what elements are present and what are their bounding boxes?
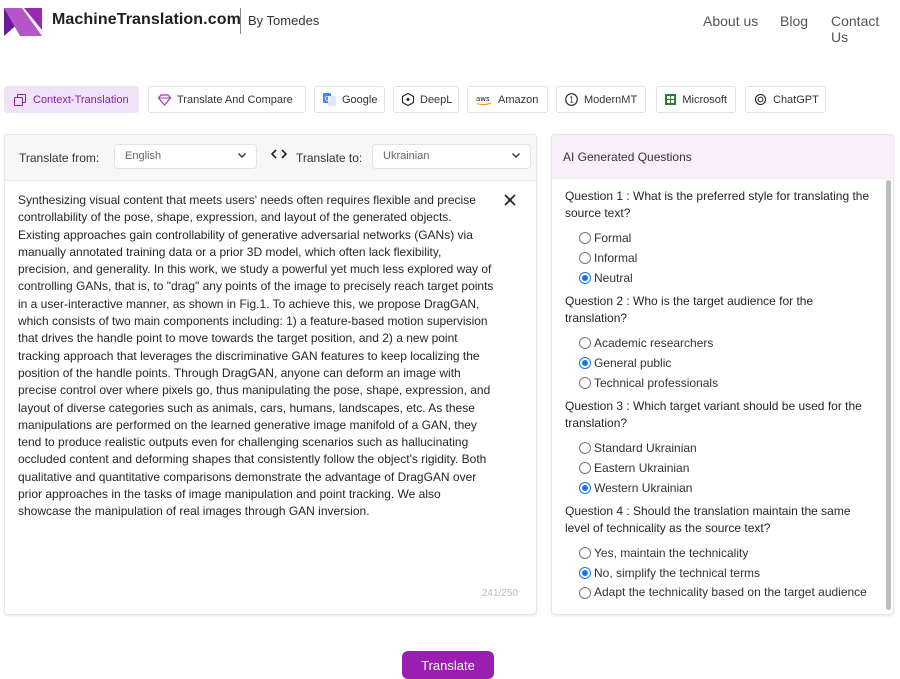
radio-button-selected[interactable] (579, 482, 591, 494)
radio-button[interactable] (579, 377, 591, 389)
option-label: Standard Ukrainian (594, 441, 697, 455)
character-counter: 241/250 (481, 588, 518, 599)
answer-option[interactable]: Eastern Ukrainian (565, 458, 875, 478)
answer-option[interactable]: Standard Ukrainian (565, 438, 875, 458)
option-label: No, simplify the technical terms (594, 566, 761, 580)
question-block: Question 4 : Should the translation main… (565, 503, 875, 614)
language-bar: Translate from: English Translate to: Uk… (5, 135, 536, 181)
modernmt-icon: 1 (565, 93, 578, 107)
answer-option[interactable]: No, simplify the technical terms (565, 563, 875, 583)
radio-button[interactable] (579, 337, 591, 349)
answer-option[interactable]: Adapt the technicality based on the targ… (565, 583, 875, 614)
option-label: Western Ukrainian (594, 481, 693, 495)
question-block: Question 3 : Which target variant should… (565, 398, 875, 498)
option-label: Neutral (594, 271, 633, 285)
answer-option[interactable]: Yes, maintain the technicality (565, 543, 875, 563)
machinetranslation-logo-icon[interactable] (4, 6, 42, 36)
translate-button[interactable]: Translate (402, 651, 494, 679)
tab-label: Context-Translation (33, 93, 129, 106)
answer-option[interactable]: General public (565, 353, 875, 373)
questions-list: Question 1 : What is the preferred style… (565, 188, 875, 614)
option-label: General public (594, 356, 672, 370)
tab-deepl[interactable]: DeepL (393, 86, 459, 113)
nav-about-us[interactable]: About us (703, 13, 758, 29)
radio-button-selected[interactable] (579, 272, 591, 284)
question-block: Question 1 : What is the preferred style… (565, 188, 875, 288)
close-icon[interactable] (503, 192, 517, 210)
radio-button[interactable] (579, 587, 591, 599)
answer-option[interactable]: Neutral (565, 268, 875, 288)
source-language-select[interactable]: English (114, 144, 257, 169)
answer-option[interactable]: Western Ukrainian (565, 478, 875, 498)
chevron-down-icon (237, 150, 247, 163)
copy-icon (13, 93, 27, 107)
question-block: Question 2 : Who is the target audience … (565, 293, 875, 393)
brand-divider (240, 8, 241, 34)
option-label: Technical professionals (594, 376, 719, 390)
microsoft-icon (665, 93, 677, 107)
tab-label: Google (342, 93, 378, 106)
tab-chatgpt[interactable]: ChatGPT (745, 86, 826, 113)
openai-icon (754, 93, 767, 107)
question-text: Question 3 : Which target variant should… (565, 399, 862, 430)
svg-text:1: 1 (569, 96, 574, 105)
answer-option[interactable]: Technical professionals (565, 373, 875, 393)
questions-scrollbar[interactable] (886, 180, 891, 610)
question-text: Question 2 : Who is the target audience … (565, 294, 814, 325)
diamond-icon (157, 93, 171, 107)
source-language-value: English (125, 150, 162, 162)
target-language-select[interactable]: Ukrainian (372, 144, 531, 169)
answer-option[interactable]: Academic researchers (565, 333, 875, 353)
tab-label: Amazon (498, 93, 539, 106)
radio-button-selected[interactable] (579, 567, 591, 579)
nav-blog[interactable]: Blog (780, 13, 808, 29)
tab-google[interactable]: G Google (314, 86, 385, 113)
option-label: Formal (594, 231, 632, 245)
translator-panel: Translate from: English Translate to: Uk… (4, 134, 537, 615)
tab-modernmt[interactable]: 1 ModernMT (556, 86, 646, 113)
radio-button[interactable] (579, 232, 591, 244)
question-text: Question 4 : Should the translation main… (565, 504, 851, 535)
nav-contact-us[interactable]: Contact Us (831, 13, 900, 45)
deepl-icon (402, 93, 414, 107)
tab-label: DeepL (420, 93, 453, 106)
brand-byline: By Tomedes (248, 13, 320, 28)
question-text: Question 1 : What is the preferred style… (565, 189, 870, 220)
svg-text:G: G (325, 95, 330, 103)
radio-button[interactable] (579, 462, 591, 474)
google-translate-icon: G (323, 93, 336, 107)
option-label: Eastern Ukrainian (594, 461, 690, 475)
tab-context-translation[interactable]: Context-Translation (4, 86, 139, 113)
svg-text:aws: aws (476, 95, 490, 103)
option-label: Informal (594, 251, 638, 265)
option-label: Yes, maintain the technicality (594, 546, 749, 560)
tab-label: Translate And Compare (177, 93, 293, 106)
tab-label: Microsoft (682, 93, 727, 106)
translate-from-label: Translate from: (19, 151, 100, 165)
aws-icon: aws (476, 93, 492, 107)
option-label: Academic researchers (594, 336, 714, 350)
brand-name[interactable]: MachineTranslation.com (52, 11, 241, 29)
questions-title: AI Generated Questions (563, 150, 692, 164)
tab-label: ModernMT (584, 93, 638, 106)
answer-option[interactable]: Informal (565, 248, 875, 268)
radio-button[interactable] (579, 442, 591, 454)
questions-header: AI Generated Questions (552, 135, 893, 179)
tab-translate-and-compare[interactable]: Translate And Compare (148, 86, 306, 113)
ai-questions-panel: AI Generated Questions Question 1 : What… (551, 134, 894, 615)
radio-button-selected[interactable] (579, 357, 591, 369)
radio-button[interactable] (579, 252, 591, 264)
chevron-down-icon (511, 150, 521, 163)
swap-languages-icon[interactable] (270, 148, 288, 163)
site-header: MachineTranslation.com By Tomedes About … (0, 0, 900, 45)
translate-to-label: Translate to: (296, 151, 363, 165)
option-label: Adapt the technicality based on the targ… (594, 585, 867, 599)
tab-microsoft[interactable]: Microsoft (656, 86, 736, 113)
target-language-value: Ukrainian (383, 150, 430, 162)
radio-button[interactable] (579, 547, 591, 559)
answer-option[interactable]: Formal (565, 228, 875, 248)
tab-amazon[interactable]: aws Amazon (467, 86, 548, 113)
tab-label: ChatGPT (773, 93, 819, 106)
source-text-area[interactable]: Synthesizing visual content that meets u… (18, 192, 496, 521)
